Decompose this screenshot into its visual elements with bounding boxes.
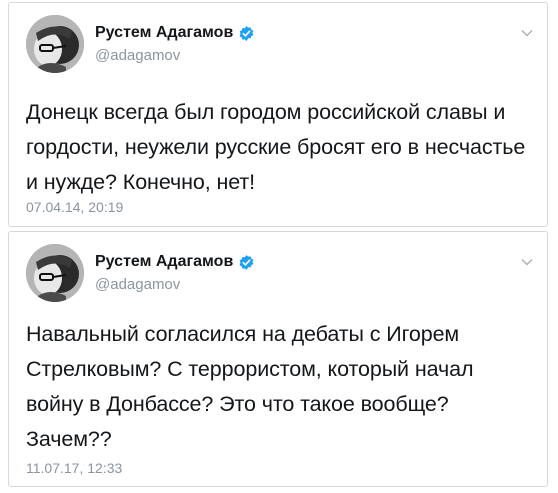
author-name[interactable]: Рустем Адагамов	[95, 24, 233, 42]
avatar[interactable]	[26, 15, 84, 73]
verified-badge-icon	[239, 25, 254, 41]
tweet-card[interactable]: Рустем Адагамов @adagamov Донецк всегда …	[8, 2, 548, 227]
chevron-down-icon[interactable]	[521, 29, 533, 37]
tweet-timestamp[interactable]: 07.04.14, 20:19	[26, 199, 123, 215]
tweet-timestamp[interactable]: 11.07.17, 12:33	[26, 460, 122, 476]
tweet-card[interactable]: Рустем Адагамов @adagamov Навальный согл…	[8, 231, 548, 487]
avatar-image	[26, 244, 84, 302]
author-name[interactable]: Рустем Адагамов	[95, 253, 233, 271]
verified-badge-icon	[239, 254, 254, 270]
author-handle[interactable]: @adagamov	[95, 276, 180, 293]
avatar[interactable]	[26, 244, 84, 302]
author-handle[interactable]: @adagamov	[95, 47, 180, 64]
chevron-down-icon[interactable]	[521, 258, 533, 266]
avatar-image	[26, 15, 84, 73]
tweet-text: Донецк всегда был городом российской сла…	[26, 100, 526, 194]
author-row[interactable]: Рустем Адагамов	[95, 253, 255, 271]
tweet-text: Навальный согласился на дебаты с Игорем …	[26, 322, 474, 451]
author-row[interactable]: Рустем Адагамов	[95, 24, 255, 42]
